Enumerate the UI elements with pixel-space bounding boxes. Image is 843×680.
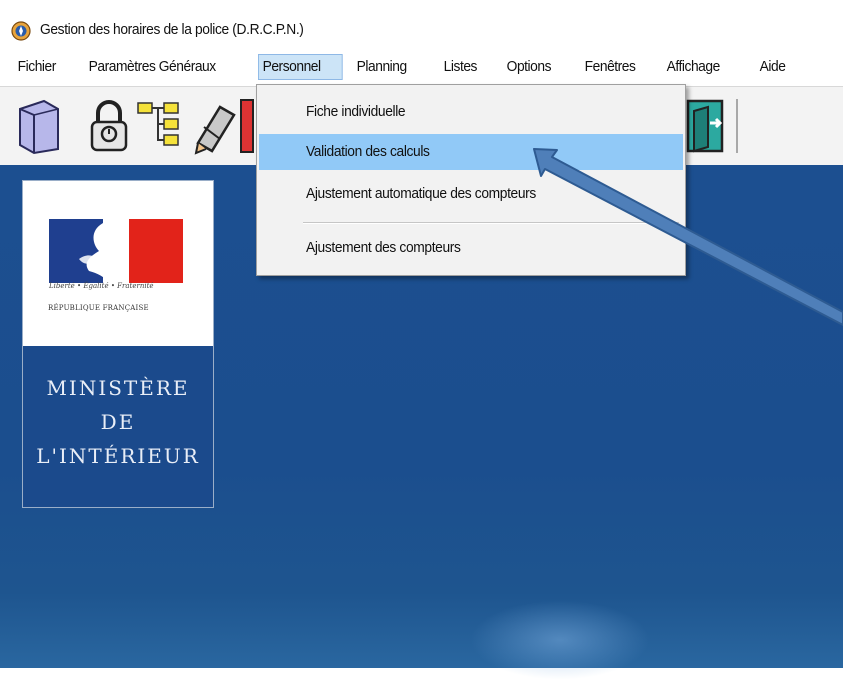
menu-item-validation-des-calculs[interactable]: Validation des calculs [259,134,683,170]
menu-item-ajustement-des-compteurs[interactable]: Ajustement des compteurs [259,230,683,266]
menu-item-label: Validation des calculs [306,143,430,160]
edit-pencil-icon[interactable] [190,97,240,155]
exit-door-icon[interactable] [680,97,730,155]
app-emblem-icon[interactable] [10,20,32,42]
ministry-logo: Liberté • Égalité • Fraternité RÉPUBLIQU… [22,180,214,508]
tree-structure-icon[interactable] [134,97,190,155]
padlock-icon[interactable] [84,97,134,155]
menu-personnel[interactable]: Personnel [258,54,343,80]
menu-item-label: Fiche individuelle [306,103,406,120]
menu-item-label: Ajustement des compteurs [306,239,461,256]
ministry-line-2: DE [100,410,136,434]
window-title: Gestion des horaires de la police (D.R.C… [40,21,304,38]
menu-item-ajustement-automatique[interactable]: Ajustement automatique des compteurs [259,176,683,212]
folder-icon[interactable] [14,97,64,155]
menu-item-label: Ajustement automatique des compteurs [306,185,536,202]
menu-bar: Fichier Paramètres Généraux Personnel Pl… [0,50,843,84]
menu-item-fiche-individuelle[interactable]: Fiche individuelle [259,94,683,130]
menu-options[interactable]: Options [503,54,555,80]
menu-parametres-generaux[interactable]: Paramètres Généraux [85,54,219,80]
background-glow [470,600,650,680]
republic-motto: Liberté • Égalité • Fraternité [49,282,154,290]
toolbar-partial-icon[interactable] [240,99,254,153]
menu-aide[interactable]: Aide [756,54,789,80]
menu-planning[interactable]: Planning [353,54,410,80]
menu-affichage[interactable]: Affichage [663,54,724,80]
personnel-dropdown-menu: Fiche individuelle Validation des calcul… [256,84,686,276]
menu-fichier[interactable]: Fichier [14,54,60,80]
ministry-line-3: L'INTÉRIEUR [36,444,200,468]
toolbar-separator [736,99,738,153]
menu-fenetres[interactable]: Fenêtres [581,54,639,80]
republic-name: RÉPUBLIQUE FRANÇAISE [48,304,149,312]
marianne-block: Liberté • Égalité • Fraternité RÉPUBLIQU… [23,181,213,346]
title-bar: Gestion des horaires de la police (D.R.C… [0,0,843,46]
marianne-flag-icon [49,219,183,283]
menu-separator [303,222,679,224]
ministry-line-1: MINISTÈRE [46,376,190,400]
ministry-name-block: MINISTÈRE DE L'INTÉRIEUR [23,346,213,507]
menu-listes[interactable]: Listes [440,54,481,80]
